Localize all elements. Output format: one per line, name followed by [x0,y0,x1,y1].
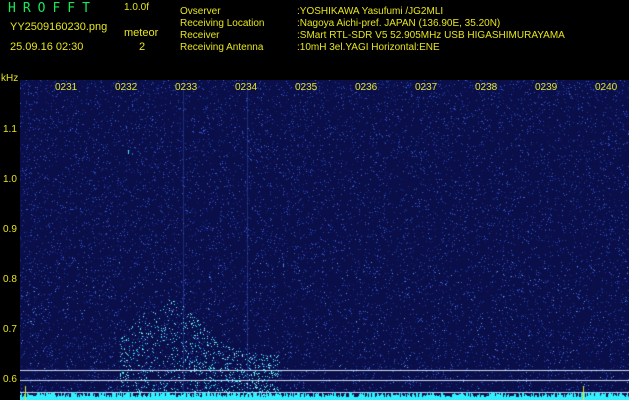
freq-label: 1.0 [3,174,17,185]
freq-label: 0.6 [3,374,17,385]
meteor-count: 2 [139,41,146,53]
time-label: 0239 [535,82,558,93]
location-value: :Nagoya Aichi-pref. JAPAN (136.90E, 35.2… [297,18,501,29]
spectrogram-canvas [20,80,629,400]
time-label: 0235 [295,82,318,93]
receiver-key: Receiver [180,30,220,41]
antenna-value: :10mH 3el.YAGI Horizontal:ENE [297,42,440,53]
time-label: 0236 [355,82,378,93]
freq-label: 0.9 [3,224,17,235]
receiver-value: :SMart RTL-SDR V5 52.905MHz USB HIGASHIM… [297,30,565,41]
freq-label: 0.8 [3,274,17,285]
time-label: 0238 [475,82,498,93]
file-name: YY2509160230.png [10,21,108,33]
observer-value: :YOSHIKAWA Yasufumi /JG2MLI [297,6,444,17]
freq-label: 0.7 [3,324,17,335]
app-logo: HROFFT [8,1,97,16]
timestamp: 25.09.16 02:30 [10,41,84,53]
time-label: 0240 [595,82,618,93]
frequency-unit-label: kHz [1,73,19,84]
time-label: 0231 [55,82,78,93]
location-key: Receiving Location [180,18,265,29]
app-version: 1.0.0f [124,2,150,13]
meteor-label: meteor [124,27,159,39]
time-label: 0237 [415,82,438,93]
time-label: 0233 [175,82,198,93]
freq-label: 1.1 [3,124,17,135]
antenna-key: Receiving Antenna [180,42,264,53]
time-label: 0234 [235,82,258,93]
header-panel: HROFFT 1.0.0f YY2509160230.png meteor 25… [0,0,629,74]
observer-key: Ovserver [180,6,221,17]
time-label: 0232 [115,82,138,93]
